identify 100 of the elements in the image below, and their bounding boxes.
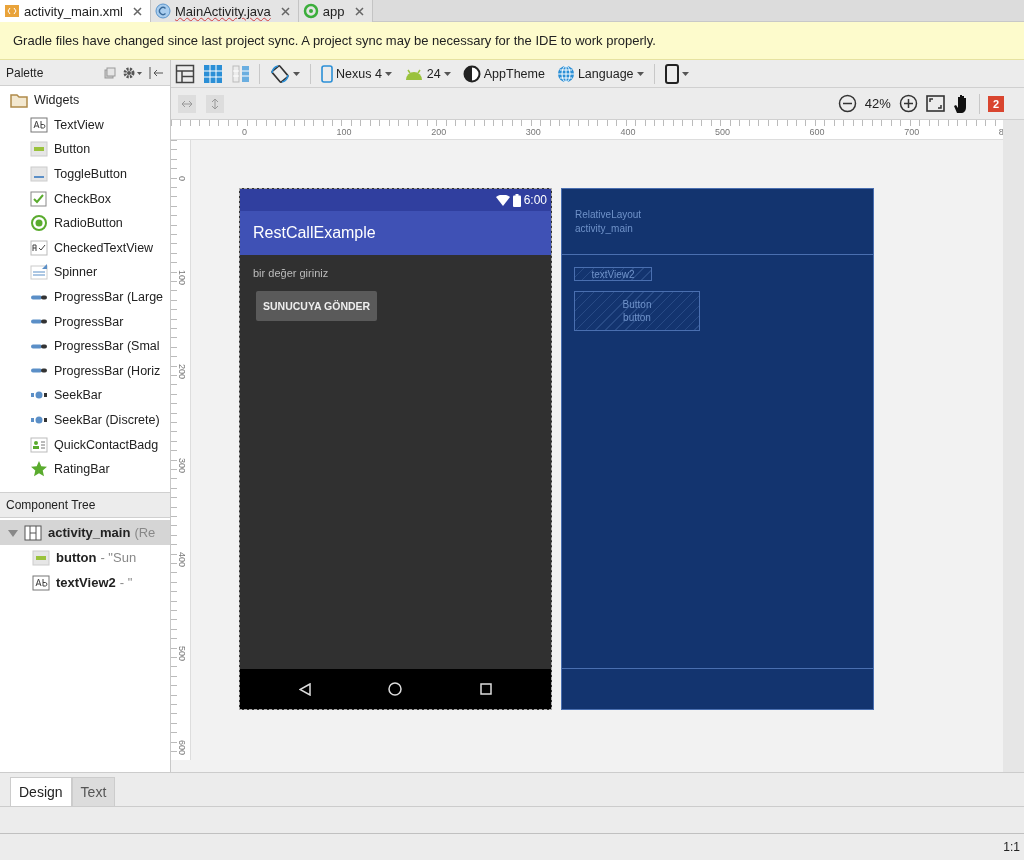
panel-title: Component Tree: [6, 498, 97, 512]
radio-widget-icon: [30, 214, 48, 233]
blueprint-button[interactable]: Button button: [574, 291, 700, 331]
palette-item[interactable]: Spinner: [0, 260, 170, 285]
star-icon: [30, 460, 48, 479]
checkbox-widget-icon: [30, 189, 48, 208]
pin-left-icon[interactable]: [148, 65, 164, 80]
clock: 6:00: [523, 193, 547, 207]
ruler-label: 100: [177, 270, 187, 286]
app-title: RestCallExample: [253, 224, 376, 242]
file-icon: [4, 4, 20, 18]
palette-item[interactable]: RatingBar: [0, 456, 170, 482]
tree-item[interactable]: textView2 - ": [0, 570, 170, 595]
contact-badge-icon: [30, 435, 48, 454]
ruler-label: 0: [177, 176, 187, 181]
view-mode-icon[interactable]: [175, 63, 195, 84]
ruler-label: 300: [525, 127, 541, 137]
close-icon[interactable]: [354, 6, 364, 16]
zoom-in-icon[interactable]: [898, 94, 918, 113]
layout-icon: [24, 523, 42, 542]
ruler-label: 600: [809, 127, 825, 137]
home-icon[interactable]: [388, 682, 403, 696]
spinner-widget-icon: [30, 263, 48, 282]
caret-icon: [384, 71, 392, 76]
ruler-label: 500: [177, 646, 187, 662]
caret-icon: [636, 71, 644, 76]
progress-widget-icon: [30, 319, 48, 325]
ruler-label: 300: [177, 458, 187, 474]
fit-screen-icon[interactable]: [925, 95, 945, 112]
editor-tab[interactable]: activity_main.xml: [0, 0, 151, 22]
layout-type: RelativeLayout: [575, 207, 643, 222]
editor-tab[interactable]: app: [298, 0, 373, 22]
palette-item[interactable]: ProgressBar: [0, 309, 170, 334]
palette-item[interactable]: ProgressBar (Smal: [0, 333, 170, 359]
palette-item[interactable]: TextView: [0, 112, 170, 138]
phone-icon: [664, 63, 679, 84]
caret-icon: [443, 71, 451, 76]
wifi-icon: [495, 194, 510, 206]
cursor-position: 1:1: [1003, 840, 1020, 854]
seekbar-widget-icon: [30, 391, 48, 400]
ruler-label: 400: [620, 127, 636, 137]
ruler-label: 200: [431, 127, 447, 137]
settings-icon[interactable]: [122, 65, 142, 80]
palette-item[interactable]: CheckedTextView: [0, 235, 170, 261]
button-widget-icon: [32, 548, 50, 567]
palette-item[interactable]: ProgressBar (Horiz: [0, 358, 170, 384]
caret-icon: [293, 71, 300, 76]
ruler-label: 400: [177, 552, 187, 568]
rotate-icon: [270, 63, 290, 84]
battery-icon: [512, 193, 521, 207]
close-icon[interactable]: [132, 6, 142, 16]
palette-item[interactable]: ProgressBar (Large: [0, 284, 170, 310]
palette-item[interactable]: ToggleButton: [0, 161, 170, 187]
class-icon: [154, 3, 171, 19]
text-widget-icon: [32, 573, 50, 592]
api-level-dropdown[interactable]: 24: [401, 64, 453, 83]
ruler-label: 8: [998, 127, 1003, 137]
text-widget-icon: [30, 115, 48, 134]
globe-icon: [556, 64, 575, 83]
recents-icon[interactable]: [480, 683, 493, 695]
contrast-icon: [462, 64, 481, 83]
error-count-badge[interactable]: 2: [987, 95, 1004, 112]
tree-item[interactable]: button - "Sun: [0, 545, 170, 570]
theme-button[interactable]: AppTheme: [460, 62, 547, 85]
tree-item[interactable]: activity_main (Re: [0, 520, 170, 545]
language-dropdown[interactable]: Language: [554, 62, 646, 85]
editor-mode-tab[interactable]: Design: [10, 777, 72, 806]
device-dropdown[interactable]: Nexus 4: [319, 62, 394, 85]
module-icon: [302, 3, 319, 19]
ruler-label: 600: [177, 740, 187, 756]
panel-title: Palette: [6, 65, 45, 80]
palette-group[interactable]: Widgets: [0, 88, 170, 113]
palette-item[interactable]: Button: [0, 137, 170, 162]
palette-item[interactable]: RadioButton: [0, 210, 170, 236]
phone-icon: [321, 64, 333, 83]
layout-id: activity_main: [575, 221, 634, 236]
palette-item[interactable]: SeekBar: [0, 383, 170, 408]
progress-widget-icon: [30, 368, 48, 374]
blueprint-text-view[interactable]: textView2: [574, 267, 652, 281]
toggle-widget-icon: [30, 165, 48, 184]
device-frame-button[interactable]: [662, 61, 691, 86]
close-icon[interactable]: [280, 6, 290, 16]
ruler-label: 500: [715, 127, 731, 137]
button-widget-icon: [30, 140, 48, 159]
progress-widget-icon: [30, 294, 48, 300]
ruler-label: 100: [336, 127, 352, 137]
zoom-level: 42%: [864, 96, 891, 111]
ruler-label: 200: [177, 364, 187, 380]
send-button[interactable]: SUNUCUYA GÖNDER: [256, 291, 378, 321]
folder-icon: [10, 92, 28, 108]
editor-tab[interactable]: MainActivity.java: [150, 0, 299, 22]
palette-item[interactable]: QuickContactBadg: [0, 432, 170, 457]
back-icon[interactable]: [298, 682, 311, 696]
palette-item[interactable]: SeekBar (Discrete): [0, 407, 170, 433]
caret-icon: [681, 71, 689, 76]
zoom-out-icon[interactable]: [837, 94, 857, 113]
progress-widget-icon: [30, 343, 48, 349]
palette-item[interactable]: CheckBox: [0, 186, 170, 211]
ruler-label: 700: [904, 127, 920, 137]
editor-mode-tab[interactable]: Text: [71, 777, 116, 806]
